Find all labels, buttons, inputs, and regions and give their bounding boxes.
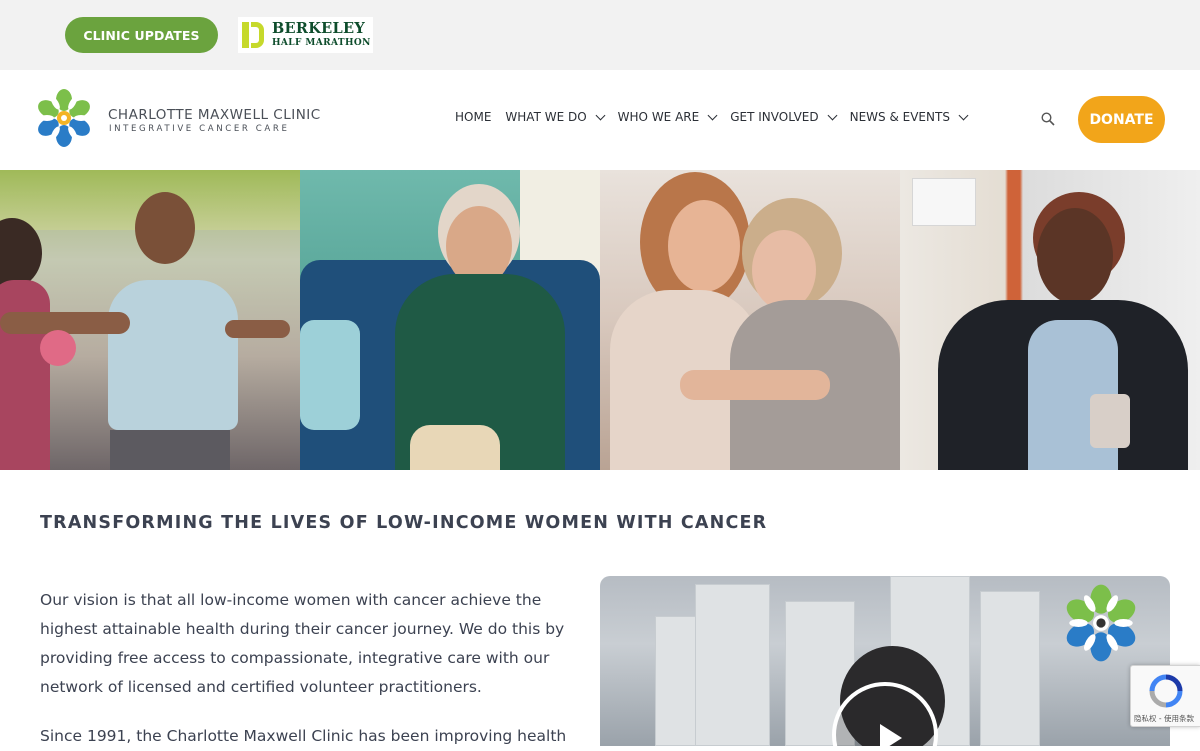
nav-item-news-events[interactable]: NEWS & EVENTS — [849, 110, 969, 124]
chevron-down-icon[interactable] — [827, 110, 838, 120]
nav-item-label: HOME — [455, 110, 492, 124]
sponsor-logo-line2: HALF MARATHON — [272, 37, 371, 48]
recaptcha-badge[interactable]: 隐私权 - 使用条款 — [1130, 665, 1200, 727]
site-header: CHARLOTTE MAXWELL CLINIC INTEGRATIVE CAN… — [0, 70, 1200, 170]
donate-button[interactable]: DONATE — [1078, 96, 1165, 143]
search-icon[interactable] — [1041, 112, 1055, 126]
clinic-updates-button[interactable]: CLINIC UPDATES — [65, 17, 218, 53]
seated-elder-patient-photo — [300, 170, 600, 470]
nav-item-what-we-do[interactable]: WHAT WE DO — [505, 110, 606, 124]
embracing-women-photo — [600, 170, 900, 470]
nav-item-label: GET INVOLVED — [730, 110, 819, 124]
clinic-name[interactable]: CHARLOTTE MAXWELL CLINIC — [108, 107, 321, 123]
vision-paragraph: Our vision is that all low-income women … — [40, 591, 565, 696]
recaptcha-icon — [1149, 674, 1183, 708]
recaptcha-terms-link[interactable]: 隐私权 - 使用条款 — [1134, 713, 1194, 724]
nav-item-get-involved[interactable]: GET INVOLVED — [730, 110, 838, 124]
berkeley-half-marathon-logo[interactable]: BERKELEY HALF MARATHON — [238, 17, 373, 53]
chevron-down-icon[interactable] — [958, 110, 969, 120]
chevron-down-icon[interactable] — [707, 110, 718, 120]
nav-item-label: WHAT WE DO — [505, 110, 587, 124]
clinic-tagline: INTEGRATIVE CANCER CARE — [109, 124, 290, 134]
berkeley-half-marathon-b-icon — [242, 22, 266, 48]
smiling-woman-at-clinic-photo — [900, 170, 1200, 470]
mission-headline: TRANSFORMING THE LIVES OF LOW-INCOME WOM… — [40, 513, 768, 533]
clinic-flower-logo-icon — [1066, 584, 1136, 662]
hero-image-strip — [0, 170, 1200, 470]
top-bar: CLINIC UPDATES BERKELEY HALF MARATHON — [0, 0, 1200, 70]
sponsor-logo-line1: BERKELEY — [272, 20, 366, 38]
nav-item-home[interactable]: HOME — [455, 110, 491, 124]
nav-item-label: NEWS & EVENTS — [849, 110, 950, 124]
history-paragraph: Since 1991, the Charlotte Maxwell Clinic… — [40, 727, 567, 745]
nav-item-label: WHO WE ARE — [617, 110, 700, 124]
main-nav: HOME WHAT WE DO WHO WE ARE GET INVOLVED … — [455, 110, 981, 124]
chevron-down-icon[interactable] — [595, 110, 606, 120]
clinic-flower-logo-icon[interactable] — [33, 87, 95, 149]
play-icon — [880, 724, 902, 746]
intro-video-player[interactable] — [600, 576, 1170, 746]
nav-item-who-we-are[interactable]: WHO WE ARE — [617, 110, 718, 124]
exercise-class-photo — [0, 170, 300, 470]
